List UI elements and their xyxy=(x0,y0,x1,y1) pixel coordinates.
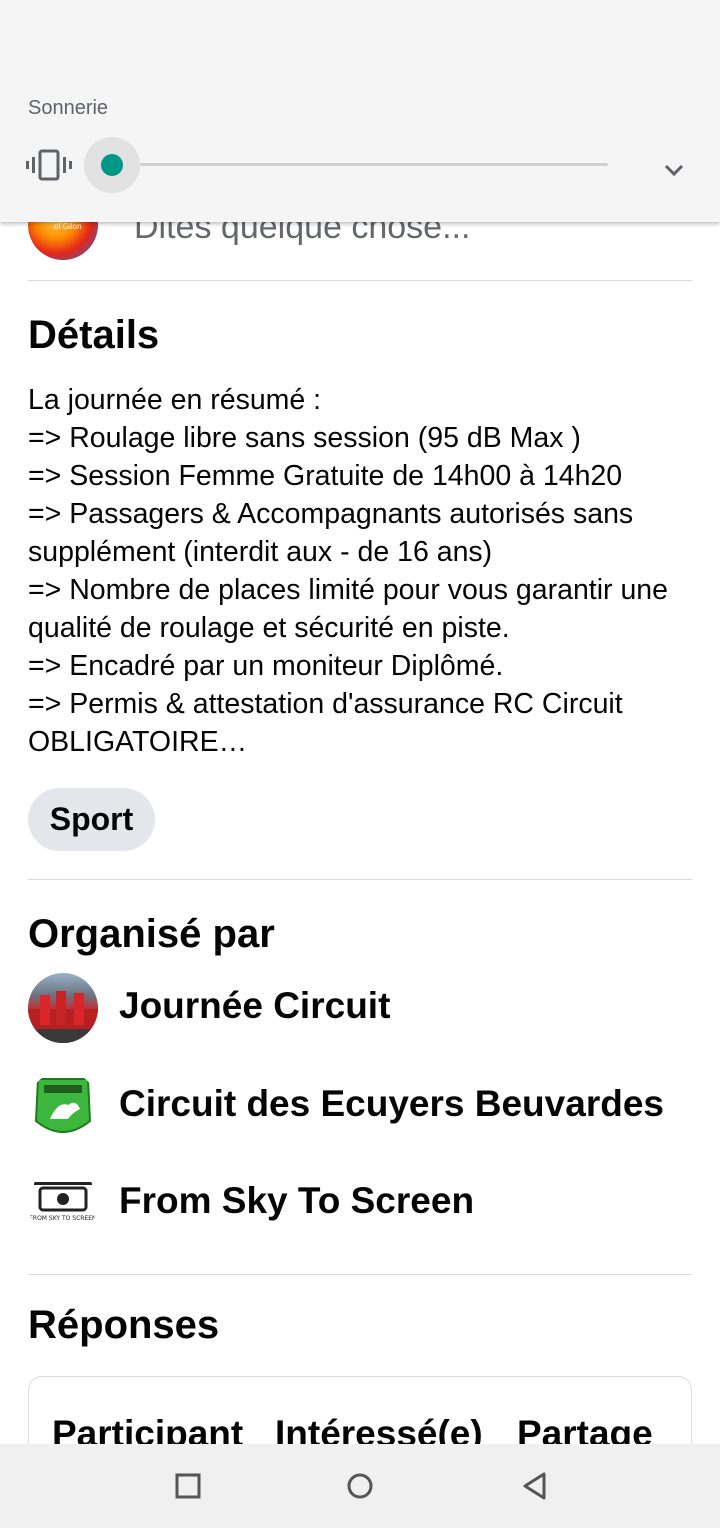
organizer-logo-shield xyxy=(28,1071,98,1141)
vibrate-icon[interactable] xyxy=(26,148,72,182)
responses-heading: Réponses xyxy=(28,1303,220,1347)
responses-interested[interactable]: Intéressé(e) xyxy=(275,1413,483,1444)
organizer-name[interactable]: From Sky To Screen xyxy=(119,1180,474,1222)
volume-panel: Sonnerie xyxy=(0,0,720,222)
responses-card: Participant Intéressé(e) Partage xyxy=(28,1376,692,1444)
organizer-row-journee-circuit[interactable]: Journée Circuit xyxy=(28,973,692,1043)
organizer-name[interactable]: Circuit des Ecuyers Beuvardes xyxy=(119,1083,664,1125)
chevron-down-icon[interactable] xyxy=(660,160,688,180)
volume-stream-label: Sonnerie xyxy=(28,97,109,119)
recents-square-icon[interactable] xyxy=(168,1466,208,1506)
home-circle-icon[interactable] xyxy=(340,1466,380,1506)
logo-wordmark: FROM SKY TO SCREEN xyxy=(29,1215,96,1222)
organizer-logo-drone: FROM SKY TO SCREEN xyxy=(28,1168,98,1238)
back-triangle-icon[interactable] xyxy=(516,1466,556,1506)
responses-shares[interactable]: Partage xyxy=(517,1413,653,1444)
responses-participant[interactable]: Participant xyxy=(52,1413,243,1444)
organizer-name[interactable]: Journée Circuit xyxy=(119,985,390,1027)
organizers-heading: Organisé par xyxy=(28,912,275,956)
organizer-avatar xyxy=(28,973,98,1043)
divider xyxy=(28,879,692,880)
divider xyxy=(28,1274,692,1275)
details-description: La journée en résumé : => Roulage libre … xyxy=(28,384,669,758)
organizer-row-from-sky-to-screen[interactable]: FROM SKY TO SCREEN From Sky To Screen xyxy=(28,1168,692,1238)
avatar-caption: of Gilon xyxy=(54,222,82,231)
organizer-row-circuit-ecuyers[interactable]: Circuit des Ecuyers Beuvardes xyxy=(28,1071,692,1141)
volume-slider-track[interactable] xyxy=(112,163,608,166)
category-chip-sport[interactable]: Sport xyxy=(28,788,155,851)
details-heading: Détails xyxy=(28,313,160,357)
volume-slider-thumb[interactable] xyxy=(101,154,123,176)
system-navigation-bar xyxy=(0,1444,720,1528)
